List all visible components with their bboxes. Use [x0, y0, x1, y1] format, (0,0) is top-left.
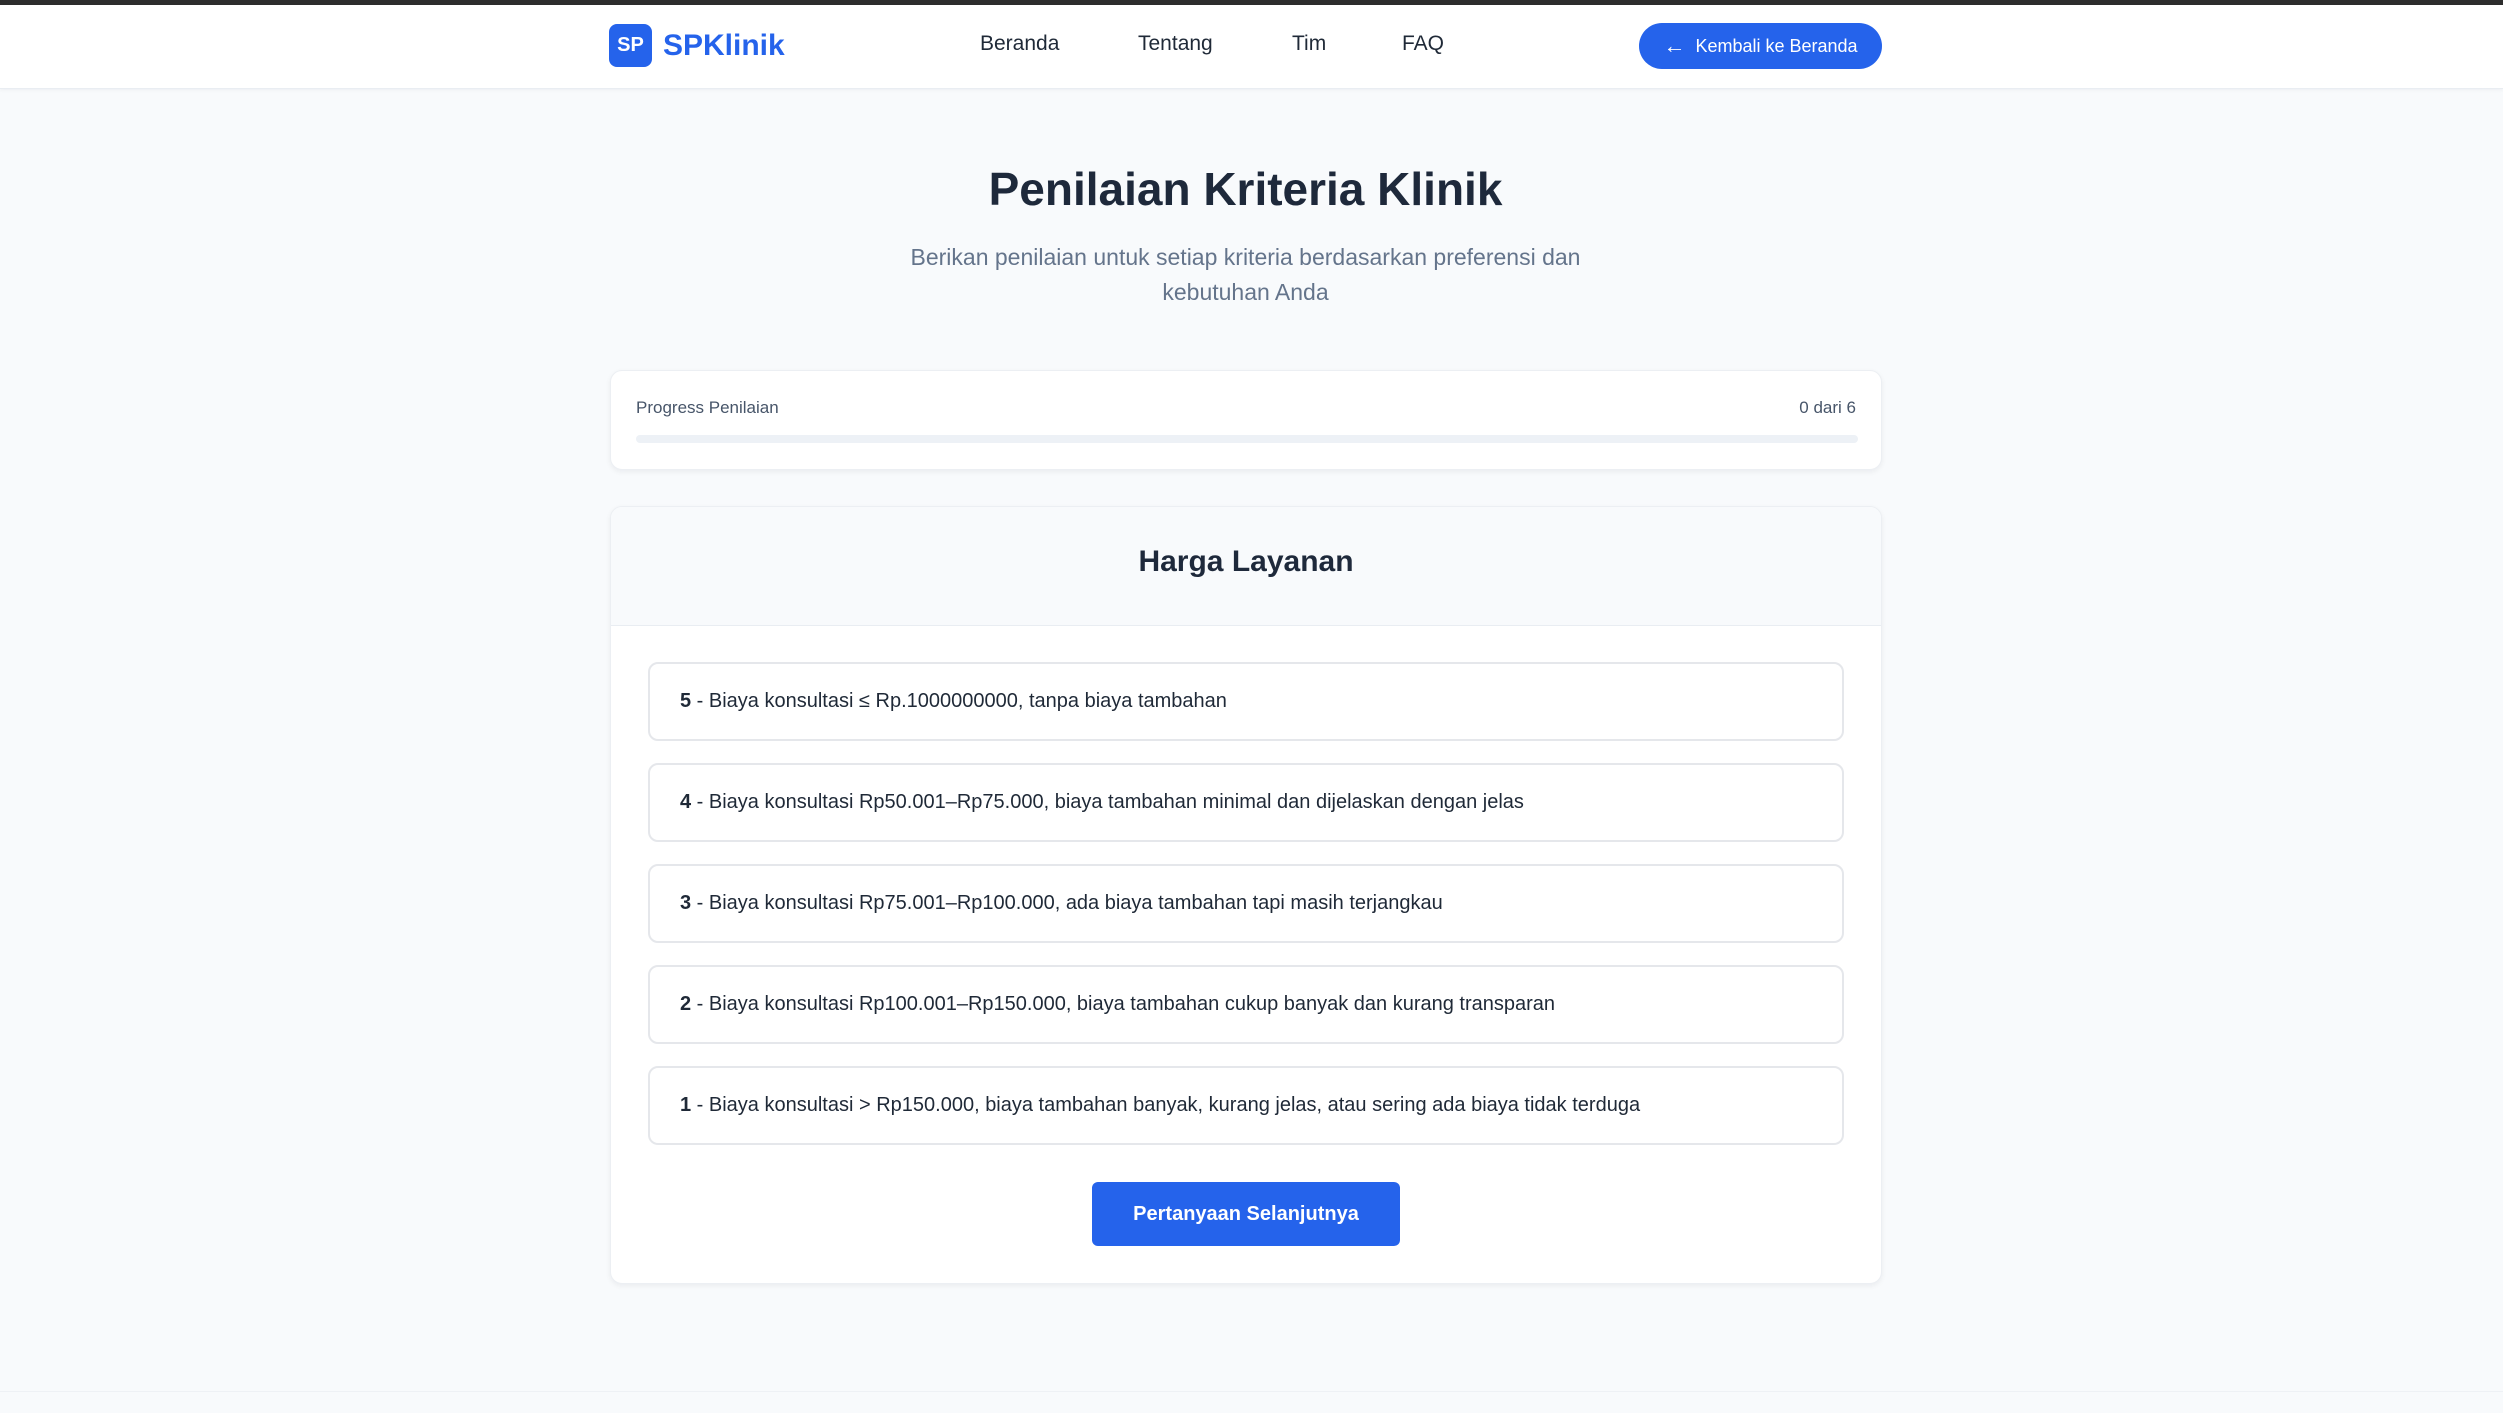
nav-link-faq[interactable]: FAQ: [1402, 32, 1444, 56]
back-to-home-button[interactable]: ← Kembali ke Beranda: [1639, 23, 1882, 69]
option-text: 4 - Biaya konsultasi Rp50.001–Rp75.000, …: [680, 765, 1524, 840]
arrow-left-icon: ←: [1663, 33, 1686, 58]
option-description: - Biaya konsultasi > Rp150.000, biaya ta…: [691, 1094, 1641, 1116]
back-to-home-label: Kembali ke Beranda: [1695, 35, 1858, 56]
progress-bar: [636, 435, 1858, 443]
progress-card: Progress Penilaian 0 dari 6: [610, 370, 1882, 470]
option-score: 2: [680, 993, 692, 1015]
question-card: Harga Layanan 5 - Biaya konsultasi ≤ Rp.…: [610, 506, 1882, 1284]
option-score: 3: [680, 892, 692, 914]
nav-link-tentang[interactable]: Tentang: [1138, 32, 1213, 56]
option-text: 2 - Biaya konsultasi Rp100.001–Rp150.000…: [680, 967, 1555, 1042]
option-score: 4: [680, 791, 692, 813]
nav-links: Beranda Tentang Tim FAQ: [0, 32, 2503, 68]
option-score-5[interactable]: 5 - Biaya konsultasi ≤ Rp.1000000000, ta…: [648, 662, 1844, 741]
option-description: - Biaya konsultasi ≤ Rp.1000000000, tanp…: [691, 690, 1227, 712]
progress-count: 0 dari 6: [1799, 398, 1856, 417]
footer-divider: [0, 1391, 2503, 1392]
option-score: 1: [680, 1094, 692, 1116]
option-score: 5: [680, 690, 692, 712]
question-header: Harga Layanan: [611, 507, 1881, 626]
option-description: - Biaya konsultasi Rp75.001–Rp100.000, a…: [691, 892, 1443, 914]
page-title: Penilaian Kriteria Klinik: [988, 163, 1503, 215]
option-score-3[interactable]: 3 - Biaya konsultasi Rp75.001–Rp100.000,…: [648, 864, 1844, 943]
question-title: Harga Layanan: [1138, 545, 1354, 578]
option-description: - Biaya konsultasi Rp100.001–Rp150.000, …: [691, 993, 1556, 1015]
page-subtitle: Berikan penilaian untuk setiap kriteria …: [910, 244, 1581, 305]
next-question-button[interactable]: Pertanyaan Selanjutnya: [1092, 1182, 1400, 1246]
nav-link-beranda[interactable]: Beranda: [980, 32, 1059, 56]
option-score-2[interactable]: 2 - Biaya konsultasi Rp100.001–Rp150.000…: [648, 965, 1844, 1044]
option-text: 1 - Biaya konsultasi > Rp150.000, biaya …: [680, 1068, 1640, 1143]
option-text: 5 - Biaya konsultasi ≤ Rp.1000000000, ta…: [680, 664, 1227, 739]
option-description: - Biaya konsultasi Rp50.001–Rp75.000, bi…: [691, 791, 1524, 813]
navbar: SP SPKlinik Beranda Tentang Tim FAQ ← Ke…: [0, 5, 2503, 89]
nav-link-tim[interactable]: Tim: [1292, 32, 1326, 56]
option-score-4[interactable]: 4 - Biaya konsultasi Rp50.001–Rp75.000, …: [648, 763, 1844, 842]
option-text: 3 - Biaya konsultasi Rp75.001–Rp100.000,…: [680, 866, 1443, 941]
option-score-1[interactable]: 1 - Biaya konsultasi > Rp150.000, biaya …: [648, 1066, 1844, 1145]
progress-label: Progress Penilaian: [636, 398, 779, 417]
